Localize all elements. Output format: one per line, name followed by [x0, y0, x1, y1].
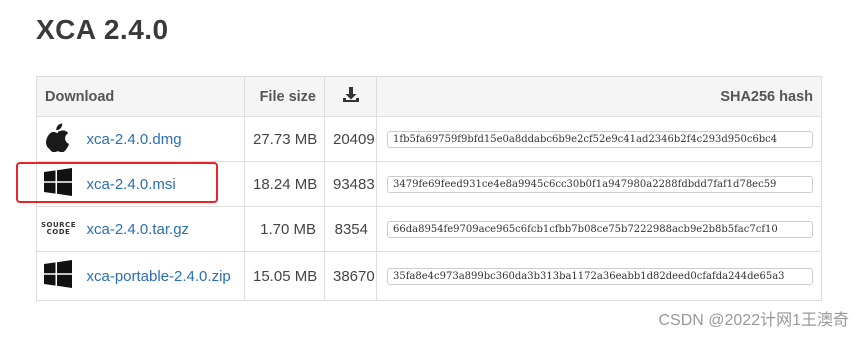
- sha-cell: 1fb5fa69759f9bfd15e0a8ddabc6b9e2cf52e9c4…: [376, 116, 822, 162]
- apple-icon: [45, 123, 69, 153]
- file-size: 15.05 MB: [244, 251, 325, 301]
- source-code-icon: SOURCE CODE: [41, 220, 76, 236]
- page-title: XCA 2.4.0: [36, 14, 169, 45]
- row-name-cell: xca-2.4.0.tar.gz: [78, 206, 245, 252]
- file-link-tar-gz[interactable]: xca-2.4.0.tar.gz: [87, 221, 190, 238]
- file-size: 1.70 MB: [244, 206, 325, 252]
- download-count: 8354: [324, 206, 377, 252]
- download-count: 38670: [324, 251, 377, 301]
- header-file-size[interactable]: File size: [244, 76, 325, 117]
- sha-hash-field[interactable]: 66da8954fe9709ace965c6fcb1cfbb7b08ce75b7…: [387, 220, 813, 238]
- download-count-icon: [342, 87, 359, 102]
- header-download[interactable]: Download: [36, 76, 245, 117]
- row-icon-cell: SOURCE CODE: [36, 206, 79, 252]
- file-size: 27.73 MB: [244, 116, 325, 162]
- sha-cell: 35fa8e4c973a899bc360da3b313ba1172a36eabb…: [376, 251, 822, 301]
- file-link-dmg[interactable]: xca-2.4.0.dmg: [87, 131, 182, 148]
- windows-icon: [43, 260, 72, 288]
- row-icon-cell: [36, 116, 79, 162]
- table-row: xca-2.4.0.dmg 27.73 MB 20409 1fb5fa69759…: [36, 116, 822, 162]
- file-size: 18.24 MB: [244, 161, 325, 207]
- sha-hash-field[interactable]: 3479fe69feed931ce4e8a9945c6cc30b0f1a9479…: [387, 175, 813, 193]
- header-sha256[interactable]: SHA256 hash: [376, 76, 822, 117]
- header-download-count[interactable]: [324, 76, 377, 117]
- download-count: 93483: [324, 161, 377, 207]
- sha-hash-field[interactable]: 1fb5fa69759f9bfd15e0a8ddabc6b9e2cf52e9c4…: [387, 130, 813, 148]
- table-row: SOURCE CODE xca-2.4.0.tar.gz 1.70 MB 8354…: [36, 206, 822, 252]
- download-count: 20409: [324, 116, 377, 162]
- row-name-cell: xca-portable-2.4.0.zip: [78, 251, 245, 301]
- table-row: xca-portable-2.4.0.zip 15.05 MB 38670 35…: [36, 251, 822, 301]
- sha-hash-field[interactable]: 35fa8e4c973a899bc360da3b313ba1172a36eabb…: [387, 267, 813, 285]
- table-header-row: Download File size SHA256 hash: [36, 76, 822, 117]
- row-icon-cell: [36, 251, 79, 301]
- sha-cell: 66da8954fe9709ace965c6fcb1cfbb7b08ce75b7…: [376, 206, 822, 252]
- red-highlight-box: [16, 162, 218, 203]
- sha-cell: 3479fe69feed931ce4e8a9945c6cc30b0f1a9479…: [376, 161, 822, 207]
- row-name-cell: xca-2.4.0.dmg: [78, 116, 245, 162]
- file-link-portable-zip[interactable]: xca-portable-2.4.0.zip: [87, 268, 231, 285]
- csdn-watermark: CSDN @2022计网1王澳奇: [658, 312, 849, 329]
